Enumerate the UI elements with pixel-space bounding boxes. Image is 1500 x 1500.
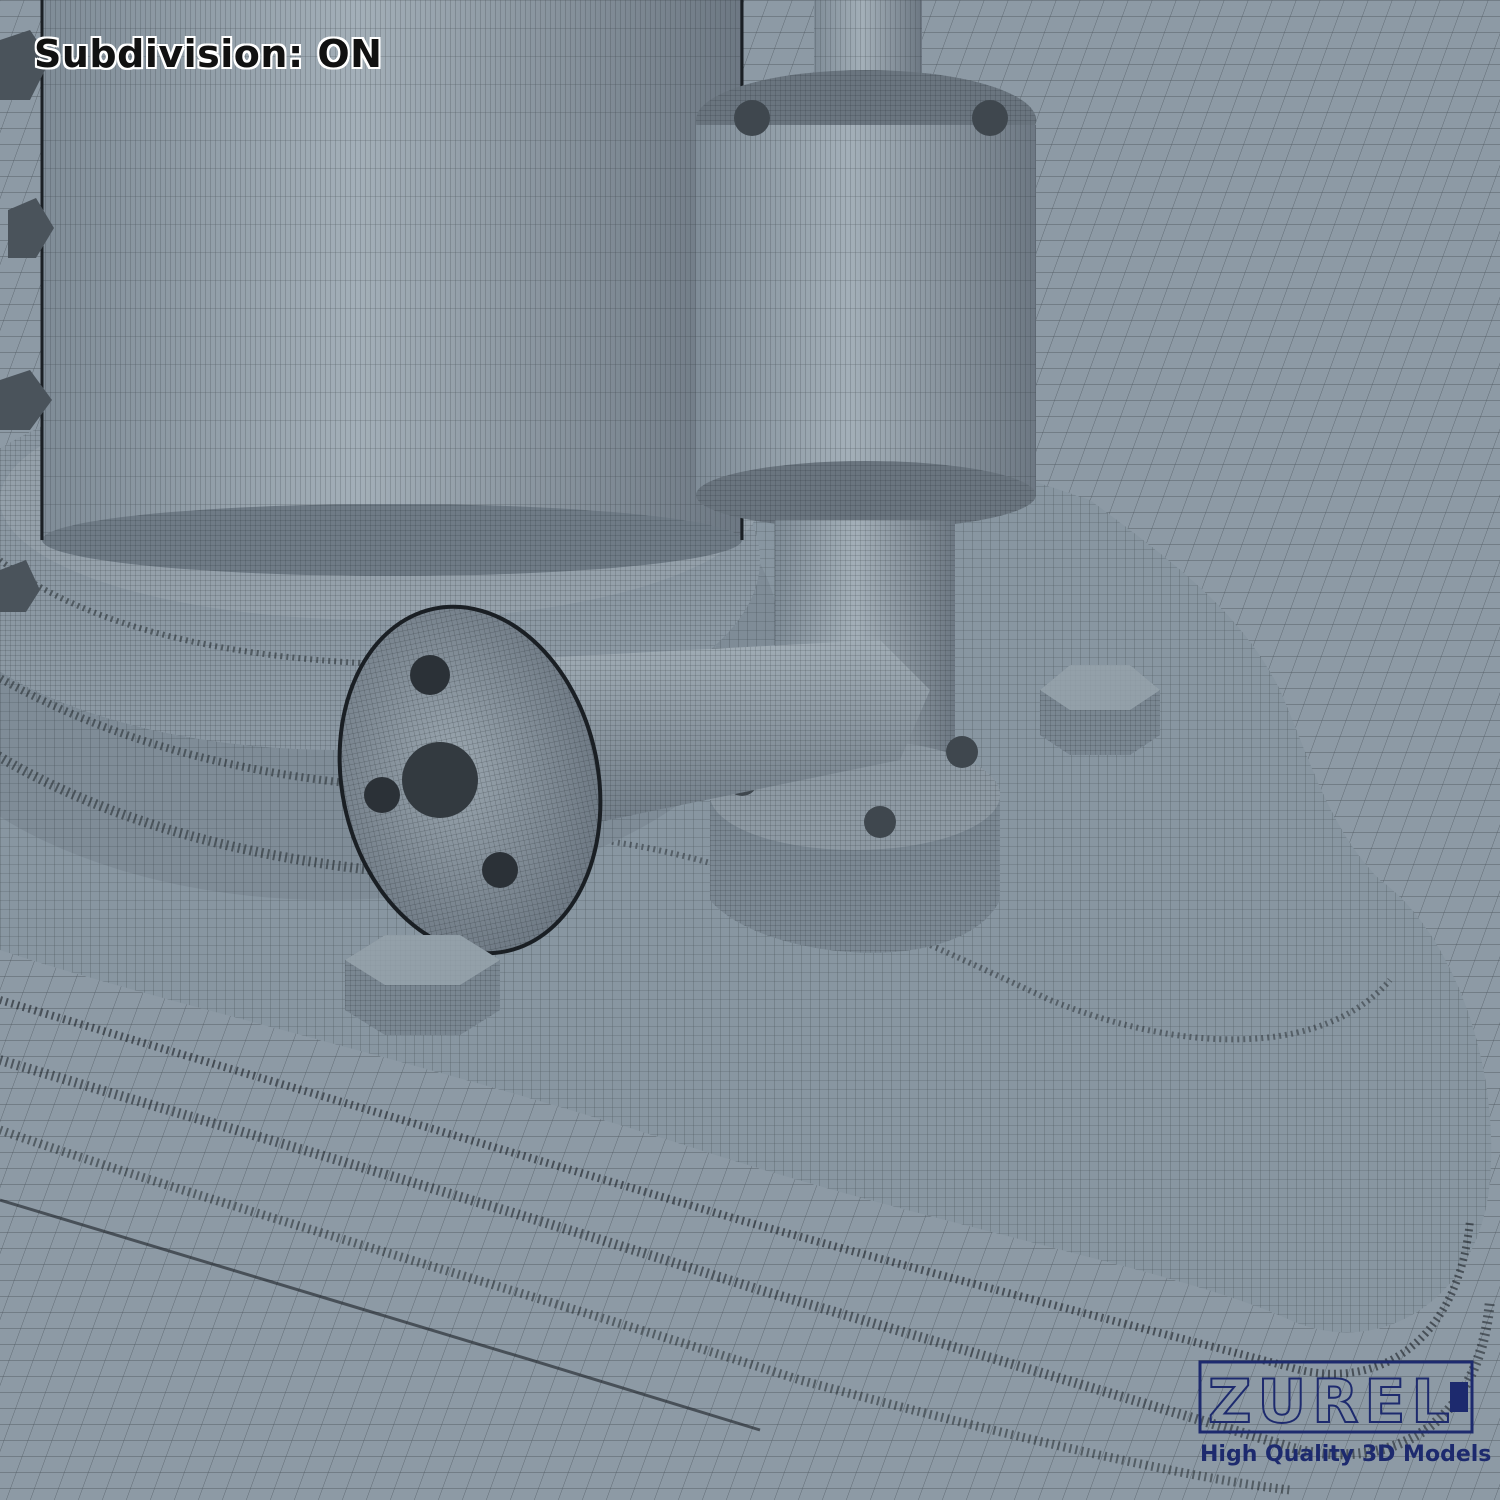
main-cylinder bbox=[40, 0, 744, 576]
hex-nut-left bbox=[345, 935, 500, 1035]
viewport: ZUREL Subdivision: ON High Quality 3D Mo… bbox=[0, 0, 1500, 1500]
zurel-logo: ZUREL bbox=[1198, 1360, 1474, 1438]
watermark-tagline: High Quality 3D Models bbox=[1200, 1442, 1492, 1467]
wireframe-render: ZUREL bbox=[0, 0, 1500, 1500]
hex-nut-right bbox=[1040, 665, 1160, 755]
logo-text: ZUREL bbox=[1208, 1367, 1456, 1437]
subdivision-status-label: Subdivision: ON bbox=[34, 32, 383, 76]
